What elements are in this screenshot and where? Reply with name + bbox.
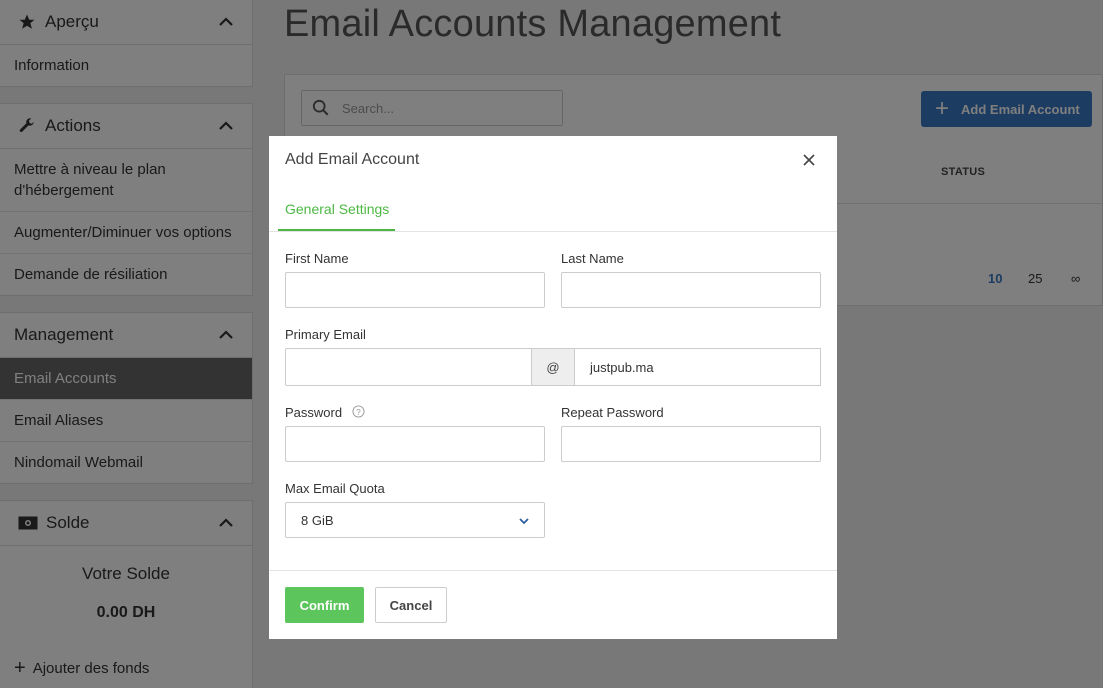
email-domain-field[interactable]: justpub.ma	[575, 348, 821, 386]
last-name-field[interactable]	[561, 272, 821, 308]
svg-text:?: ?	[356, 407, 361, 417]
confirm-button[interactable]: Confirm	[285, 587, 364, 623]
cancel-button[interactable]: Cancel	[375, 587, 447, 623]
close-icon[interactable]	[801, 152, 817, 168]
add-email-account-modal: Add Email Account General Settings First…	[269, 136, 837, 639]
quota-label: Max Email Quota	[285, 481, 385, 496]
divider	[269, 231, 837, 232]
quota-value: 8 GiB	[301, 512, 334, 528]
last-name-label: Last Name	[561, 251, 624, 266]
chevron-down-icon	[519, 518, 529, 525]
first-name-label: First Name	[285, 251, 349, 266]
primary-email-label: Primary Email	[285, 327, 366, 342]
repeat-password-field[interactable]	[561, 426, 821, 462]
tab-general-settings[interactable]: General Settings	[285, 201, 389, 217]
first-name-field[interactable]	[285, 272, 545, 308]
repeat-password-label: Repeat Password	[561, 405, 664, 420]
primary-email-field[interactable]	[285, 348, 532, 386]
quota-select[interactable]: 8 GiB	[285, 502, 545, 538]
divider	[269, 570, 837, 571]
modal-title: Add Email Account	[285, 151, 420, 168]
help-icon[interactable]: ?	[352, 405, 365, 418]
password-field[interactable]	[285, 426, 545, 462]
password-label: Password	[285, 405, 343, 420]
at-addon: @	[531, 348, 575, 386]
